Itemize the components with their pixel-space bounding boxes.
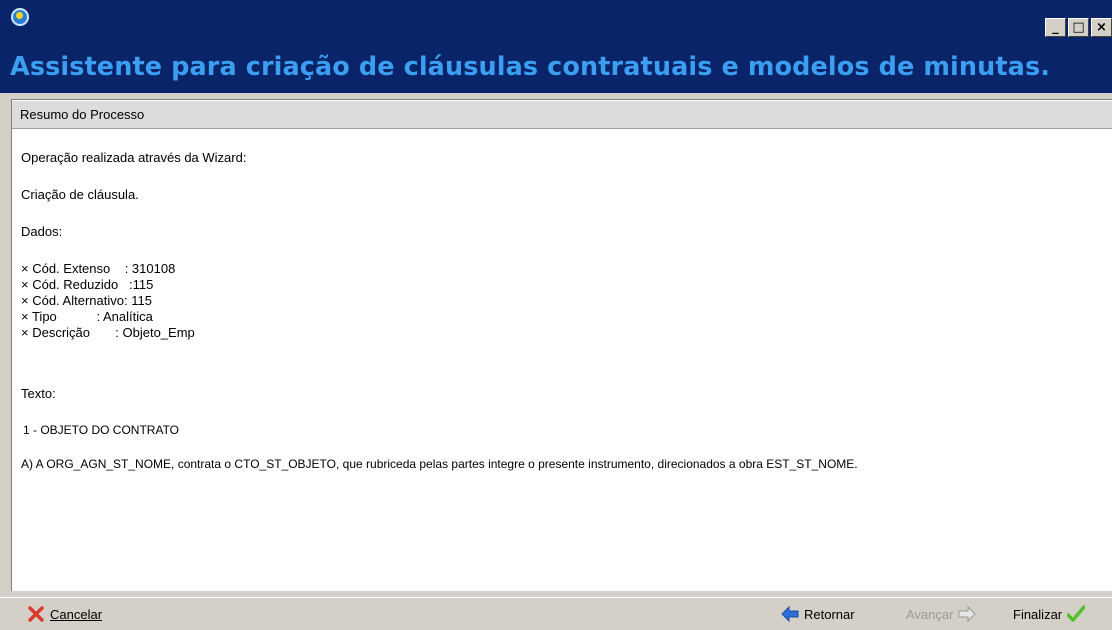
wizard-footer: Cancelar Retornar Avançar Finalizar — [0, 597, 1112, 630]
window-controls: _ □ × — [1045, 18, 1112, 37]
text-body: A) A ORG_AGN_ST_NOME, contrata o CTO_ST_… — [21, 457, 858, 471]
back-label: Retornar — [804, 606, 855, 622]
back-button[interactable]: Retornar — [781, 605, 855, 623]
field-line: × Cód. Reduzido :115 — [21, 277, 154, 292]
field-line: × Descrição : Objeto_Emp — [21, 325, 195, 340]
field-line: × Tipo : Analítica — [21, 309, 153, 324]
summary-panel: Resumo do Processo Operação realizada at… — [11, 99, 1112, 591]
data-label: Dados: — [21, 224, 63, 239]
field-line: × Cód. Alternativo: 115 — [21, 293, 152, 308]
app-icon — [11, 8, 29, 26]
operation-value: Criação de cláusula. — [21, 187, 139, 202]
operation-label: Operação realizada através da Wizard: — [21, 150, 247, 165]
maximize-button[interactable]: □ — [1068, 18, 1089, 37]
finish-label: Finalizar — [1013, 606, 1063, 622]
minimize-button[interactable]: _ — [1045, 18, 1066, 37]
finish-button[interactable]: Finalizar — [1013, 605, 1086, 623]
text-label: Texto: — [21, 386, 56, 401]
cancel-button[interactable]: Cancelar — [27, 605, 102, 623]
next-button[interactable]: Avançar — [906, 605, 977, 623]
cancel-label: Cancelar — [50, 606, 103, 622]
next-label: Avançar — [906, 606, 954, 622]
arrow-right-icon — [958, 605, 977, 623]
close-button[interactable]: × — [1091, 18, 1112, 37]
arrow-left-icon — [781, 605, 799, 623]
text-heading: 1 - OBJETO DO CONTRATO — [23, 423, 180, 437]
checkmark-icon — [1067, 605, 1086, 622]
section-header: Resumo do Processo — [12, 100, 1112, 129]
window-title-bar: _ □ × — [0, 0, 1112, 42]
cancel-x-icon — [28, 606, 44, 622]
wizard-header: Assistente para criação de cláusulas con… — [0, 42, 1112, 93]
wizard-title: Assistente para criação de cláusulas con… — [10, 52, 1051, 82]
field-line: × Cód. Extenso : 310108 — [21, 261, 176, 276]
